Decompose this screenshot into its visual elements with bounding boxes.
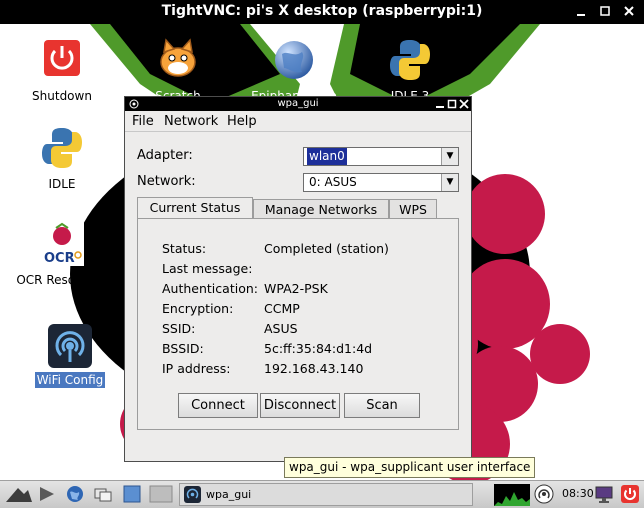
chevron-down-icon: ▼ [441, 148, 458, 165]
ssid-label: SSID: [162, 321, 196, 336]
vnc-titlebar: TightVNC: pi's X desktop (raspberrypi:1) [0, 0, 644, 24]
desktop-icon-ocr-resources[interactable]: OCR OCR Resources [14, 222, 110, 288]
raspberry-icon: OCR [40, 222, 84, 266]
taskbar-item-label: wpa_gui [206, 488, 252, 501]
file-manager-icon[interactable] [38, 484, 58, 504]
start-menu-icon[interactable] [4, 484, 34, 504]
desktop-icon-idle[interactable]: IDLE [14, 126, 110, 192]
ip-address-label: IP address: [162, 361, 231, 376]
maximize-icon[interactable] [598, 4, 612, 18]
globe-icon [272, 38, 316, 82]
disconnect-button[interactable]: Disconnect [260, 393, 340, 418]
bssid-label: BSSID: [162, 341, 204, 356]
wpa-gui-window: wpa_gui File Network Help Adapter: wlan0… [124, 96, 472, 462]
tab-manage-networks[interactable]: Manage Networks [253, 199, 389, 219]
bssid-value: 5c:ff:35:84:d1:4d [264, 341, 373, 356]
authentication-label: Authentication: [162, 281, 258, 296]
connect-button[interactable]: Connect [178, 393, 258, 418]
menu-help[interactable]: Help [227, 114, 257, 129]
wifi-icon [48, 322, 92, 368]
encryption-label: Encryption: [162, 301, 234, 316]
authentication-value: WPA2-PSK [264, 281, 328, 296]
network-select[interactable]: 0: ASUS ▼ [303, 173, 459, 192]
close-icon[interactable] [622, 4, 636, 18]
lock-icon[interactable] [594, 484, 614, 504]
desktop-icon-label: OCR Resources [16, 273, 108, 287]
minimize-icon[interactable] [574, 4, 588, 18]
power-icon[interactable] [620, 484, 640, 504]
desktop-icon-label: IDLE [48, 177, 76, 191]
desktop-icon-label: WiFi Config [34, 372, 106, 388]
current-status-panel: Status: Completed (station) Last message… [137, 218, 459, 430]
wpa-menubar: File Network Help [125, 111, 471, 132]
taskbar: wpa_gui 08:30 [0, 480, 644, 508]
wifi-icon [184, 486, 201, 510]
status-value: Completed (station) [264, 241, 389, 256]
desktop-icon-wifi-config[interactable]: WiFi Config [22, 322, 118, 388]
vnc-window-title: TightVNC: pi's X desktop (raspberrypi:1) [161, 3, 483, 19]
status-label: Status: [162, 241, 207, 256]
desktop-icon-label: Shutdown [32, 89, 92, 103]
windows-icon[interactable] [93, 484, 113, 504]
menu-network[interactable]: Network [164, 114, 218, 129]
wpa-window-title: wpa_gui [277, 98, 319, 109]
power-icon [40, 38, 84, 82]
network-icon[interactable] [534, 484, 554, 504]
tooltip: wpa_gui - wpa_supplicant user interface [284, 457, 536, 478]
desktop-icon[interactable] [122, 484, 142, 504]
chevron-down-icon: ▼ [441, 174, 458, 191]
workspace-icon[interactable] [149, 484, 173, 504]
desktop-icon-shutdown[interactable]: Shutdown [14, 38, 110, 104]
python-icon [40, 126, 84, 170]
clock[interactable]: 08:30 [562, 487, 594, 500]
desktop-icon-idle3[interactable]: IDLE 3 [362, 38, 458, 104]
cpu-graph-icon[interactable] [494, 484, 530, 506]
encryption-value: CCMP [264, 301, 300, 316]
menu-file[interactable]: File [132, 114, 154, 129]
network-label: Network: [137, 174, 196, 189]
ssid-value: ASUS [264, 321, 298, 336]
globe-icon[interactable] [65, 484, 85, 504]
tab-wps[interactable]: WPS [389, 199, 437, 219]
last-message-label: Last message: [162, 261, 253, 276]
adapter-value: wlan0 [307, 148, 347, 165]
desktop-icon-scratch[interactable]: Scratch [130, 38, 226, 104]
tab-current-status[interactable]: Current Status [137, 197, 253, 220]
adapter-label: Adapter: [137, 148, 193, 163]
ocr-logo-text: OCR [44, 251, 75, 266]
scan-button[interactable]: Scan [344, 393, 420, 418]
taskbar-item-wpa-gui[interactable]: wpa_gui [179, 483, 473, 506]
python-icon [388, 38, 432, 82]
scratch-cat-icon [156, 38, 200, 82]
wpa-titlebar[interactable]: wpa_gui [125, 97, 471, 111]
network-value: 0: ASUS [309, 175, 357, 189]
desktop-icon-epiphany[interactable]: Epiphany Web [246, 38, 342, 104]
ip-address-value: 192.168.43.140 [264, 361, 364, 376]
adapter-select[interactable]: wlan0 ▼ [303, 147, 459, 166]
